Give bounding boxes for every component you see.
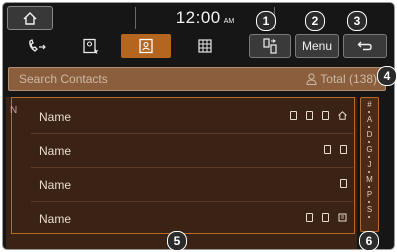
dial-pad-icon <box>198 39 212 53</box>
index-letter[interactable]: M <box>361 175 378 184</box>
contact-row[interactable]: Name <box>31 202 353 236</box>
contact-number-icons <box>324 145 347 154</box>
index-dot <box>368 201 370 203</box>
callout-3: 3 <box>347 11 367 31</box>
alphabet-index-bar[interactable]: # A D G J M P S <box>360 97 379 232</box>
index-letter[interactable]: A <box>361 115 378 124</box>
index-dot <box>368 126 370 128</box>
phone-screen: 12:00 AM Menu Search Contacts Total (138… <box>2 2 395 250</box>
contact-number-icons <box>340 179 347 188</box>
index-dot <box>368 111 370 113</box>
search-placeholder: Search Contacts <box>19 72 108 86</box>
callout-4: 4 <box>377 66 397 86</box>
contacts-icon <box>139 38 153 54</box>
tab-call-history[interactable] <box>15 34 59 58</box>
tab-dial-pad[interactable] <box>179 34 231 58</box>
total-count-label: Total (138) <box>320 72 377 86</box>
office-icon <box>338 213 347 222</box>
tab-favorites[interactable] <box>69 34 113 58</box>
status-bar: 12:00 AM <box>3 3 394 31</box>
total-contacts: Total (138) <box>306 72 377 86</box>
person-icon <box>306 73 317 85</box>
menu-button[interactable]: Menu <box>295 34 339 58</box>
home-icon <box>23 11 37 25</box>
callout-2: 2 <box>305 11 325 31</box>
phone-square-icon <box>322 111 329 120</box>
index-letter[interactable]: S <box>361 205 378 214</box>
menu-label: Menu <box>301 39 333 53</box>
home-button[interactable] <box>7 6 53 30</box>
call-history-icon <box>29 39 46 52</box>
contact-number-icons <box>306 213 347 222</box>
section-letter: N <box>10 105 18 116</box>
index-letter[interactable]: G <box>361 145 378 154</box>
back-button[interactable] <box>343 34 387 58</box>
phone-square-icon <box>306 111 313 120</box>
callout-6: 6 <box>359 231 379 251</box>
index-letter[interactable]: P <box>361 190 378 199</box>
search-contacts-field[interactable]: Search Contacts Total (138) <box>8 67 386 91</box>
index-letter[interactable]: J <box>361 160 378 169</box>
contact-name: Name <box>39 178 72 192</box>
index-dot <box>368 216 370 218</box>
clock: 12:00 AM <box>135 7 275 29</box>
index-letter[interactable]: # <box>361 100 378 109</box>
clock-ampm: AM <box>223 17 235 25</box>
clock-time: 12:00 <box>175 8 221 27</box>
phone-square-icon <box>306 213 313 222</box>
index-dot <box>368 186 370 188</box>
phone-square-icon <box>324 145 331 154</box>
phone-square-icon <box>290 111 297 120</box>
contact-number-icons <box>290 111 347 120</box>
home-icon <box>338 111 347 120</box>
callout-5: 5 <box>167 231 187 251</box>
contact-name: Name <box>39 110 72 124</box>
index-dot <box>368 141 370 143</box>
callout-1: 1 <box>256 11 276 31</box>
index-letter[interactable]: D <box>361 130 378 139</box>
phone-square-icon <box>340 145 347 154</box>
contact-name: Name <box>39 212 72 226</box>
phone-square-icon <box>322 213 329 222</box>
favorites-icon <box>83 38 99 54</box>
contact-row[interactable]: Name <box>31 100 353 134</box>
tab-contacts[interactable] <box>121 34 171 58</box>
phone-square-icon <box>340 179 347 188</box>
back-icon <box>357 41 372 51</box>
tab-toolbar: Menu <box>3 31 394 61</box>
contact-name: Name <box>39 144 72 158</box>
phone-switch-icon <box>263 38 277 54</box>
index-dot <box>368 171 370 173</box>
index-dot <box>368 156 370 158</box>
contact-row[interactable]: Name <box>31 168 353 202</box>
switch-phone-button[interactable] <box>249 34 291 58</box>
contact-row[interactable]: Name <box>31 134 353 168</box>
